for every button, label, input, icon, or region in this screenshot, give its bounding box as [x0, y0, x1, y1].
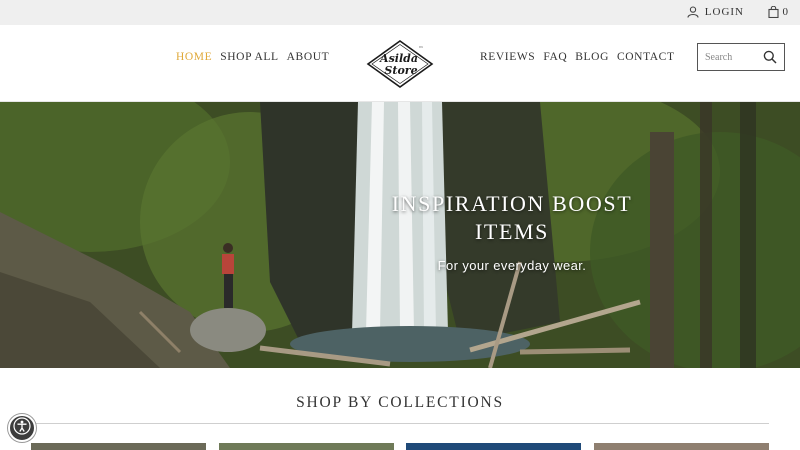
logo-trademark: ™: [419, 46, 424, 52]
nav-about[interactable]: ABOUT: [287, 51, 330, 63]
nav-home[interactable]: HOME: [176, 51, 212, 63]
hero-title: INSPIRATION BOOST ITEMS: [391, 191, 633, 244]
accessibility-button[interactable]: [8, 414, 36, 442]
store-logo[interactable]: Asilda Store ™: [366, 39, 434, 89]
collection-tile-3[interactable]: [406, 443, 581, 450]
site-header: HOME SHOP ALL ABOUT Asilda Store ™ REVIE…: [0, 25, 800, 102]
collection-tile-2[interactable]: [219, 443, 394, 450]
login-label: LOGIN: [704, 6, 744, 18]
hero-subtitle: For your everyday wear.: [437, 258, 587, 273]
cart-count: 0: [782, 6, 789, 18]
utility-bar: LOGIN 0: [0, 0, 800, 25]
search-icon[interactable]: [763, 50, 777, 64]
collections-heading: SHOP BY COLLECTIONS: [296, 394, 504, 411]
nav-shop-all[interactable]: SHOP ALL: [220, 51, 278, 63]
section-divider: [31, 423, 769, 424]
login-link[interactable]: LOGIN: [687, 6, 744, 18]
main-nav-left: HOME SHOP ALL ABOUT: [176, 51, 329, 63]
main-nav-right: REVIEWS FAQ BLOG CONTACT: [480, 51, 675, 63]
user-icon: [687, 6, 699, 18]
cart-link[interactable]: 0: [767, 6, 789, 18]
nav-blog[interactable]: BLOG: [575, 51, 609, 63]
nav-faq[interactable]: FAQ: [543, 51, 567, 63]
search-box: [697, 43, 785, 71]
nav-contact[interactable]: CONTACT: [617, 51, 675, 63]
hero-banner[interactable]: INSPIRATION BOOST ITEMS For your everyda…: [0, 102, 800, 368]
collection-tile-4[interactable]: [594, 443, 769, 450]
accessibility-icon: [13, 416, 31, 440]
search-input[interactable]: [705, 51, 763, 63]
shopping-bag-icon: [767, 6, 779, 18]
collection-tile-1[interactable]: [31, 443, 206, 450]
nav-reviews[interactable]: REVIEWS: [480, 51, 535, 63]
logo-line2: Store: [384, 64, 417, 77]
